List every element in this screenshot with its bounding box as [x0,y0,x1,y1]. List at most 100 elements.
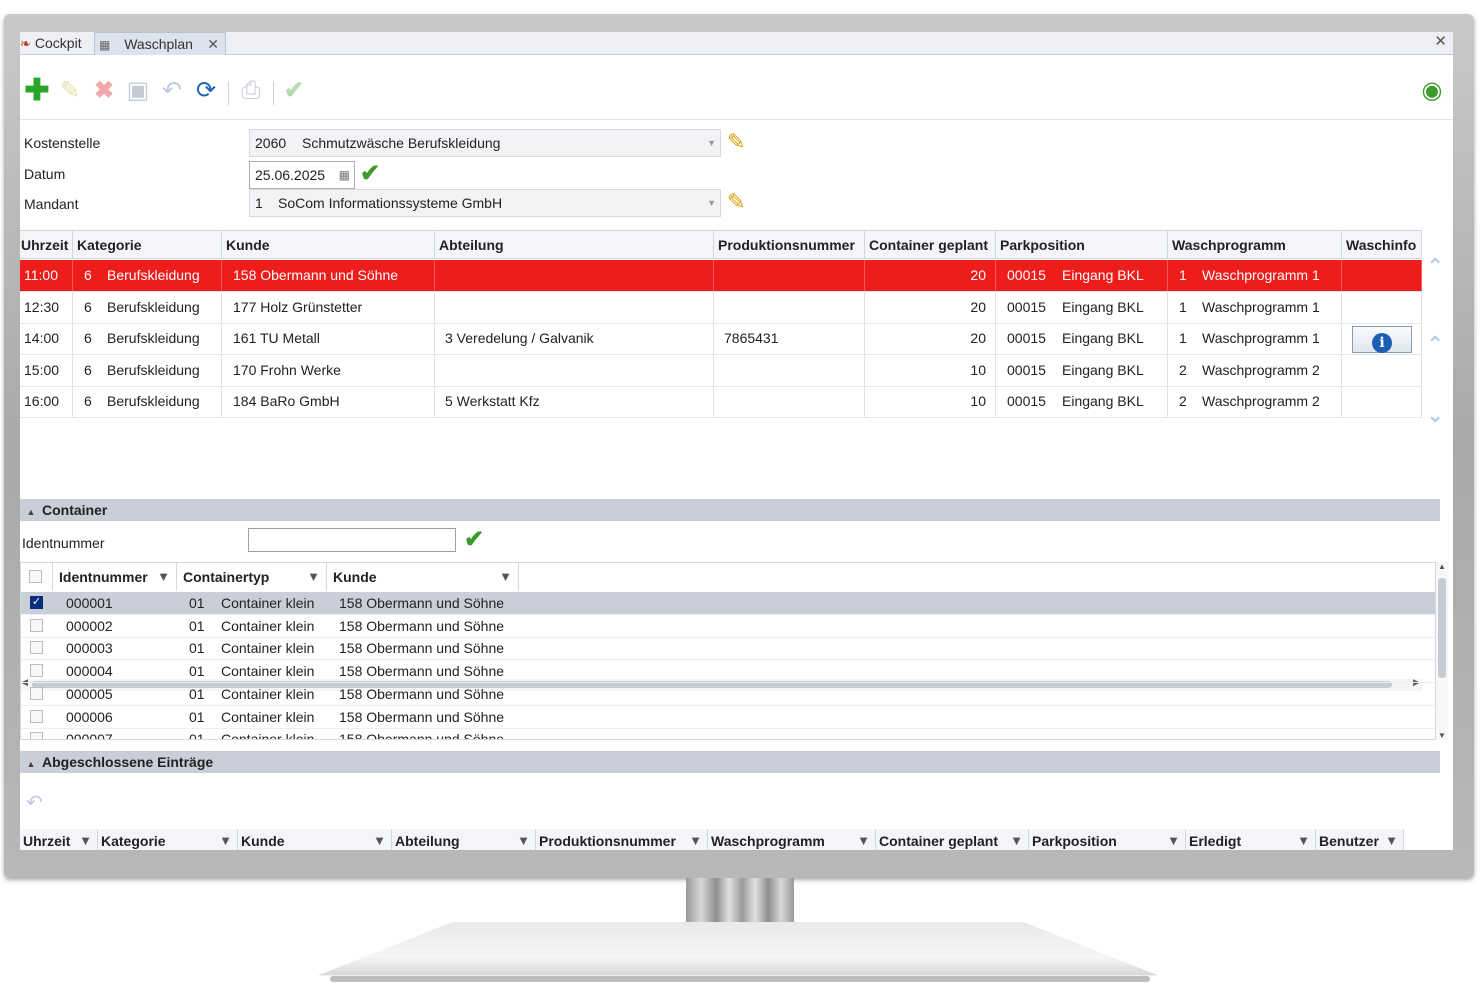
col-header-kunde[interactable]: Kunde [222,231,435,259]
waschinfo-button[interactable]: i [1352,326,1412,353]
col-header-uhrzeit[interactable]: Uhrzeit [20,231,73,259]
filter-icon[interactable]: ▼ [1010,829,1023,850]
tab-close-icon[interactable]: ✕ [207,33,219,55]
list-item[interactable]: 000003 01 Container klein 158 Obermann und … [21,637,1435,661]
col-header-waschprogramm[interactable]: Waschprogramm [1168,231,1342,259]
move-top-icon[interactable]: ⌃ [1426,254,1444,280]
row-checkbox[interactable]: ✓ [30,596,43,609]
tab-cockpit[interactable]: ❧ Cockpit [20,32,90,54]
move-up-icon[interactable]: ⌃ [1426,332,1444,358]
col-header-produktionsnummer[interactable]: Produktionsnummer ▼ [536,829,708,850]
col-header-kategorie[interactable]: Kategorie [73,231,222,259]
table-row[interactable]: 16:00 6 Berufskleidung 184 BaRo GmbH 5 Werks… [20,386,1422,418]
undo-icon[interactable]: ↶ [26,790,43,815]
cell-parkposition: 00015 Eingang BKL [996,386,1168,417]
table-row[interactable]: 15:00 6 Berufskleidung 170 Frohn Werke 10 000… [20,354,1422,387]
row-checkbox[interactable] [30,709,43,723]
add-icon[interactable]: ✚ [23,76,51,106]
list-item[interactable]: 000006 01 Container klein 158 Obermann und … [21,706,1435,729]
list-item[interactable]: 000004 01 Container klein 158 Obermann und … [21,660,1435,684]
apply-ident-check-icon[interactable]: ✔ [464,527,484,553]
refresh-icon[interactable]: ⟳ [192,77,220,105]
calendar-icon[interactable]: ▦ [339,162,350,188]
filter-icon[interactable]: ▼ [689,829,702,850]
col-header-benutzer[interactable]: Benutzer ▼ [1316,829,1404,850]
save-icon[interactable]: ▣ [124,77,152,105]
collapse-icon[interactable]: ▲ [20,753,42,775]
scrollbar-thumb[interactable] [1438,578,1446,678]
col-header-kunde[interactable]: Kunde ▼ [238,829,392,850]
collapse-icon[interactable]: ▲ [20,501,42,523]
edit-mandant-icon[interactable]: ✎ [727,189,745,215]
col-header-waschprogramm[interactable]: Waschprogramm ▼ [708,829,876,850]
globe-icon[interactable]: ◉ [1418,77,1446,105]
row-checkbox[interactable] [30,641,43,655]
filter-icon[interactable]: ▼ [857,829,870,850]
name: Eingang BKL [1062,330,1144,346]
confirm-icon[interactable]: ✔ [280,77,308,105]
kostenstelle-select[interactable]: 2060 Schmutzwäsche Berufskleidung ▼ [249,129,721,157]
filter-icon[interactable]: ▼ [79,829,92,850]
filter-icon[interactable]: ▼ [219,829,232,850]
scroll-down-icon[interactable]: ▼ [1438,731,1446,740]
filter-icon[interactable]: ▼ [373,829,386,850]
cell-waschprogramm: 2 Waschprogramm 2 [1168,354,1342,386]
window-close-icon[interactable]: ✕ [1434,32,1447,52]
scroll-up-icon[interactable]: ▲ [1438,562,1446,571]
col-header-waschinfo[interactable]: Waschinfo [1342,231,1422,259]
filter-icon[interactable]: ▼ [517,829,530,850]
completed-section-header[interactable]: ▲ Abgeschlossene Einträge [20,751,1440,773]
vertical-scrollbar[interactable]: ▲ ▼ [1436,562,1448,740]
col-header-identnummer[interactable]: Identnummer ▼ [53,563,177,591]
col-header-erledigt[interactable]: Erledigt ▼ [1186,829,1316,850]
move-down-icon[interactable]: ⌄ [1426,402,1444,428]
col-header-uhrzeit[interactable]: Uhrzeit ▼ [20,829,98,850]
col-header-parkposition[interactable]: Parkposition ▼ [1029,829,1186,850]
edit-pencil-icon[interactable]: ✎ [56,77,84,105]
filter-icon[interactable]: ▼ [307,563,320,591]
code: 2 [1179,361,1187,378]
filter-icon[interactable]: ▼ [1385,829,1398,850]
col-header-abteilung[interactable]: Abteilung [435,231,714,259]
cell-typ-code: 01 [189,685,205,702]
col-header-container-geplant[interactable]: Container geplant [865,231,996,259]
edit-kostenstelle-icon[interactable]: ✎ [727,129,745,155]
row-checkbox[interactable] [30,732,43,739]
row-checkbox[interactable] [30,618,43,632]
print-icon[interactable]: ⎙ [237,77,265,105]
select-all-checkbox[interactable] [29,570,42,583]
cell-kunde: 158 Obermann und Söhne [339,595,505,611]
datum-field[interactable]: 25.06.2025 ▦ [249,161,355,189]
list-item[interactable]: ✓ 000001 01 Container klein 158 Obermann und… [21,592,1435,615]
container-section-header[interactable]: ▲ Container [20,499,1440,521]
filter-icon[interactable]: ▼ [1167,829,1180,850]
undo-icon[interactable]: ↶ [158,77,186,105]
row-checkbox[interactable] [30,664,43,678]
col-header-kategorie[interactable]: Kategorie ▼ [98,829,238,850]
table-row[interactable]: 14:00 6 Berufskleidung 161 TU Metall 3 Vered… [20,323,1422,355]
apply-date-check-icon[interactable]: ✔ [360,161,380,187]
col-header-kunde[interactable]: Kunde ▼ [327,563,519,591]
col-header-produktionsnummer[interactable]: Produktionsnummer [714,231,865,259]
table-row[interactable]: 12:30 6 Berufskleidung 177 Holz Grünstetter… [20,291,1422,324]
filter-icon[interactable]: ▼ [157,563,170,591]
col-header-containertyp[interactable]: Containertyp ▼ [177,563,327,591]
cell-waschinfo [1342,386,1422,417]
filter-icon[interactable]: ▼ [1297,829,1310,850]
row-checkbox[interactable] [30,686,43,700]
list-item[interactable]: 000005 01 Container klein 158 Obermann und … [21,683,1435,706]
identnummer-input[interactable] [248,528,456,552]
list-item[interactable]: 000002 01 Container klein 158 Obermann und … [21,615,1435,638]
mandant-select[interactable]: 1 SoCom Informationssysteme GmbH ▼ [249,189,721,217]
list-item[interactable]: 000007 01 Container klein 158 Obermann und … [21,728,1435,739]
filter-icon[interactable]: ▼ [499,563,512,591]
tab-waschplan[interactable]: ▦ Waschplan ✕ [94,32,226,55]
name: Eingang BKL [1062,361,1144,378]
col-header-parkposition[interactable]: Parkposition [996,231,1168,259]
col-header-abteilung[interactable]: Abteilung ▼ [392,829,536,850]
select-all-header[interactable] [21,563,53,591]
table-row[interactable]: 11:00 6 Berufskleidung 158 Obermann und Söh… [20,260,1422,292]
code: 00015 [1007,298,1046,315]
col-header-container-geplant[interactable]: Container geplant ▼ [876,829,1029,850]
delete-icon[interactable]: ✖ [90,77,118,105]
